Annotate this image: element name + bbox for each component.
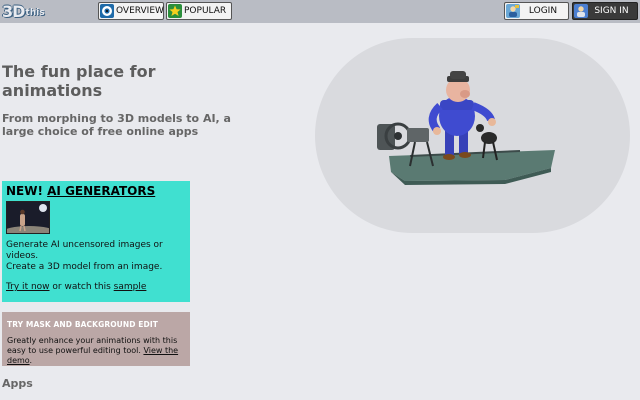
ai-description: Generate AI uncensored images or videos.… [6, 240, 186, 273]
mask-title: TRY MASK AND BACKGROUND EDIT [7, 320, 158, 329]
login-button[interactable]: LOGIN [504, 2, 569, 20]
login-label: LOGIN [528, 6, 558, 16]
overview-button[interactable]: OVERVIEW [98, 2, 164, 20]
signin-user-icon [574, 4, 588, 18]
ai-links-middle: or watch this [49, 282, 114, 292]
try-it-now-link[interactable]: Try it now [6, 282, 50, 292]
star-icon [168, 4, 182, 18]
airboat-character-image [377, 71, 555, 185]
logo-mark: 3D [2, 1, 25, 21]
mask-edit-panel: TRY MASK AND BACKGROUND EDIT Greatly enh… [2, 312, 190, 366]
ai-line-1: Generate AI uncensored images or videos. [6, 240, 163, 261]
popular-button[interactable]: POPULAR [166, 2, 232, 20]
hero-subtitle: From morphing to 3D models to AI, a larg… [2, 112, 231, 138]
ai-title-prefix: NEW! [6, 184, 48, 198]
moon-astronaut-image [7, 202, 49, 233]
ai-generators-link[interactable]: AI GENERATORS [47, 184, 155, 198]
apps-heading: Apps [2, 377, 33, 390]
signin-label: SIGN IN [594, 6, 629, 16]
ai-line-2: Create a 3D model from an image. [6, 262, 163, 272]
sample-link[interactable]: sample [114, 282, 147, 292]
ai-thumbnail[interactable] [6, 201, 50, 234]
ai-generators-panel: NEW! AI GENERATORS Generate AI uncensore… [2, 181, 190, 302]
site-logo[interactable]: 3D this [2, 1, 45, 21]
mask-text-end: . [29, 356, 33, 365]
top-bar: 3D this OVERVIEW POPULAR LOGIN SIGN IN [0, 0, 640, 23]
ai-title: NEW! AI GENERATORS [6, 184, 186, 199]
login-user-icon [506, 4, 520, 18]
signin-button[interactable]: SIGN IN [572, 2, 638, 20]
hero-title: The fun place for animations [2, 62, 156, 100]
overview-label: OVERVIEW [116, 6, 164, 16]
hero-illustration[interactable] [315, 38, 630, 233]
eye-icon [100, 4, 114, 18]
popular-label: POPULAR [184, 6, 227, 16]
mask-description: Greatly enhance your animations with thi… [7, 336, 185, 366]
logo-suffix: this [25, 8, 45, 18]
ai-links: Try it now or watch this sample [6, 282, 186, 293]
